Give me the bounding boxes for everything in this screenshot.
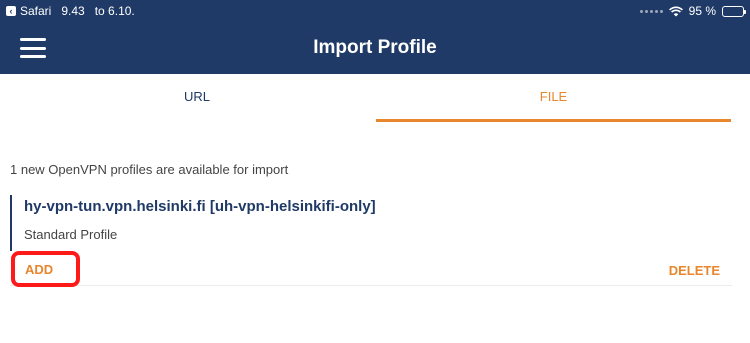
tab-file[interactable]: FILE <box>376 74 731 122</box>
add-button[interactable]: ADD <box>11 251 80 287</box>
status-bar-right: 95 % <box>639 4 746 18</box>
tab-url[interactable]: URL <box>20 74 374 122</box>
status-bar: ‹ Safari 9.43 to 6.10. 95 % <box>0 0 750 22</box>
battery-percent: 95 % <box>688 4 716 18</box>
status-time: 9.43 <box>61 4 85 18</box>
tab-bar: URL FILE <box>0 74 750 122</box>
back-arrow-icon[interactable]: ‹ <box>6 6 16 16</box>
wifi-icon <box>668 6 683 16</box>
import-info-text: 1 new OpenVPN profiles are available for… <box>10 162 289 177</box>
profile-type: Standard Profile <box>24 227 118 242</box>
delete-button[interactable]: DELETE <box>669 263 720 278</box>
back-app-label[interactable]: Safari <box>20 4 51 18</box>
profile-name: hy-vpn-tun.vpn.helsinki.fi [uh-vpn-helsi… <box>24 198 376 215</box>
status-date: to 6.10. <box>94 4 135 18</box>
add-button-label: ADD <box>25 261 54 277</box>
page-title: Import Profile <box>313 37 437 58</box>
profile-card-accent-bar <box>10 195 12 251</box>
signal-dots-icon <box>639 9 663 13</box>
status-bar-left: ‹ Safari 9.43 to 6.10. <box>6 4 135 18</box>
battery-icon <box>722 5 746 17</box>
app-header: ‹ Safari 9.43 to 6.10. 95 % Import Profi… <box>0 0 750 74</box>
profile-card: hy-vpn-tun.vpn.helsinki.fi [uh-vpn-helsi… <box>10 190 732 287</box>
